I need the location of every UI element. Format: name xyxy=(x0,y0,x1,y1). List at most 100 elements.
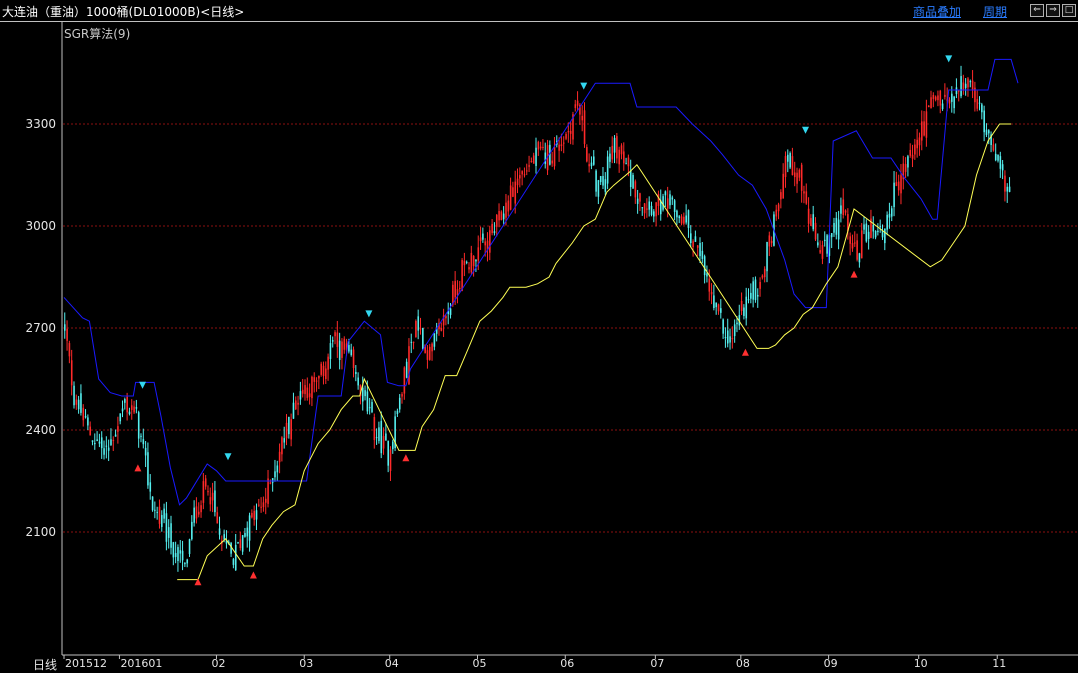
candle-down xyxy=(121,400,124,418)
candle-down xyxy=(988,129,990,145)
candle-body xyxy=(512,187,514,197)
candle-up xyxy=(784,151,787,188)
candle-body xyxy=(301,389,304,394)
x-tick-label: 201601 xyxy=(120,657,162,670)
candle-body xyxy=(844,210,847,213)
candle-up xyxy=(768,231,771,257)
candle-down xyxy=(64,312,66,339)
candle-body xyxy=(526,170,528,172)
candle-body xyxy=(888,213,891,218)
candle-up xyxy=(537,140,540,156)
candle-down xyxy=(299,381,302,405)
candle-up xyxy=(611,136,614,164)
candle-down xyxy=(648,196,651,217)
candle-down xyxy=(255,503,258,531)
lower-band-line xyxy=(177,123,1012,581)
candle-down xyxy=(701,241,704,264)
candle-up xyxy=(486,232,489,262)
y-tick-label: 2700 xyxy=(25,321,56,335)
candle-body xyxy=(770,240,773,244)
candle-body xyxy=(126,396,128,413)
candle-up xyxy=(285,414,288,446)
candle-body xyxy=(119,413,122,422)
candle-up xyxy=(849,232,851,256)
candle-down xyxy=(98,433,101,448)
candle-body xyxy=(364,390,366,397)
candle-body xyxy=(763,268,766,278)
candle-down xyxy=(863,216,865,235)
candle-body xyxy=(269,482,272,484)
candle-body xyxy=(274,471,276,478)
candle-body xyxy=(736,322,738,325)
candle-down xyxy=(865,219,868,243)
candle-down xyxy=(357,372,359,390)
candle-down xyxy=(690,225,692,248)
candle-up xyxy=(900,164,902,205)
candle-body xyxy=(415,321,417,338)
candle-body xyxy=(717,304,720,312)
candle-body xyxy=(874,231,877,238)
candle-down xyxy=(191,515,193,541)
candle-body xyxy=(403,367,406,394)
indicator-label: SGR算法(9) xyxy=(64,27,131,41)
candle-up xyxy=(897,174,900,196)
candle-body xyxy=(311,376,313,399)
candle-body xyxy=(602,176,604,186)
candle-body xyxy=(944,94,946,97)
candle-body xyxy=(135,407,138,409)
candle-body xyxy=(468,267,470,270)
candle-up xyxy=(844,209,847,216)
candle-body xyxy=(780,192,782,200)
candle-body xyxy=(969,81,972,83)
x-tick-label: 07 xyxy=(650,657,664,670)
candle-body xyxy=(916,139,918,149)
candle-body xyxy=(278,451,281,463)
candle-body xyxy=(814,222,817,240)
candle-body xyxy=(997,154,999,161)
candle-down xyxy=(990,131,992,153)
candle-down xyxy=(142,428,145,449)
candle-down xyxy=(137,410,140,448)
y-tick-label: 3000 xyxy=(25,219,56,233)
candle-up xyxy=(528,155,530,173)
candle-body xyxy=(357,377,359,386)
candle-body xyxy=(553,147,556,167)
candle-up xyxy=(847,208,849,240)
candle-up xyxy=(373,413,376,449)
candle-body xyxy=(368,407,371,409)
candle-body xyxy=(641,207,644,209)
candle-down xyxy=(835,211,838,240)
candle-body xyxy=(726,330,729,344)
candle-body xyxy=(142,439,145,445)
candle-body xyxy=(955,87,958,95)
candle-body xyxy=(960,76,962,97)
candle-down xyxy=(659,189,662,221)
candle-down xyxy=(592,150,595,166)
candle-up xyxy=(89,421,92,436)
candle-down xyxy=(276,460,279,481)
candle-body xyxy=(860,230,863,259)
price-chart[interactable]: 2100 2400 2700 3000 3300 201512 201601 02 03 04 05… xyxy=(0,0,1078,670)
candle-body xyxy=(288,416,290,435)
candle-body xyxy=(433,333,436,347)
candle-down xyxy=(193,500,195,527)
candle-down xyxy=(396,408,399,417)
candle-up xyxy=(412,341,415,350)
candle-up xyxy=(382,427,385,455)
candle-body xyxy=(722,319,724,334)
candle-up xyxy=(532,152,535,164)
candle-up xyxy=(800,162,803,203)
candle-body xyxy=(632,175,634,189)
candle-down xyxy=(329,335,332,369)
sell-signal-marker xyxy=(139,381,147,389)
candle-body xyxy=(336,332,339,347)
candle-down xyxy=(177,544,179,572)
candle-body xyxy=(343,338,346,350)
candle-body xyxy=(334,332,336,337)
candle-body xyxy=(456,289,459,296)
candle-body xyxy=(983,110,985,133)
candle-body xyxy=(73,385,75,406)
candle-body xyxy=(128,411,131,415)
candle-body xyxy=(112,439,115,441)
candle-body xyxy=(671,197,674,200)
